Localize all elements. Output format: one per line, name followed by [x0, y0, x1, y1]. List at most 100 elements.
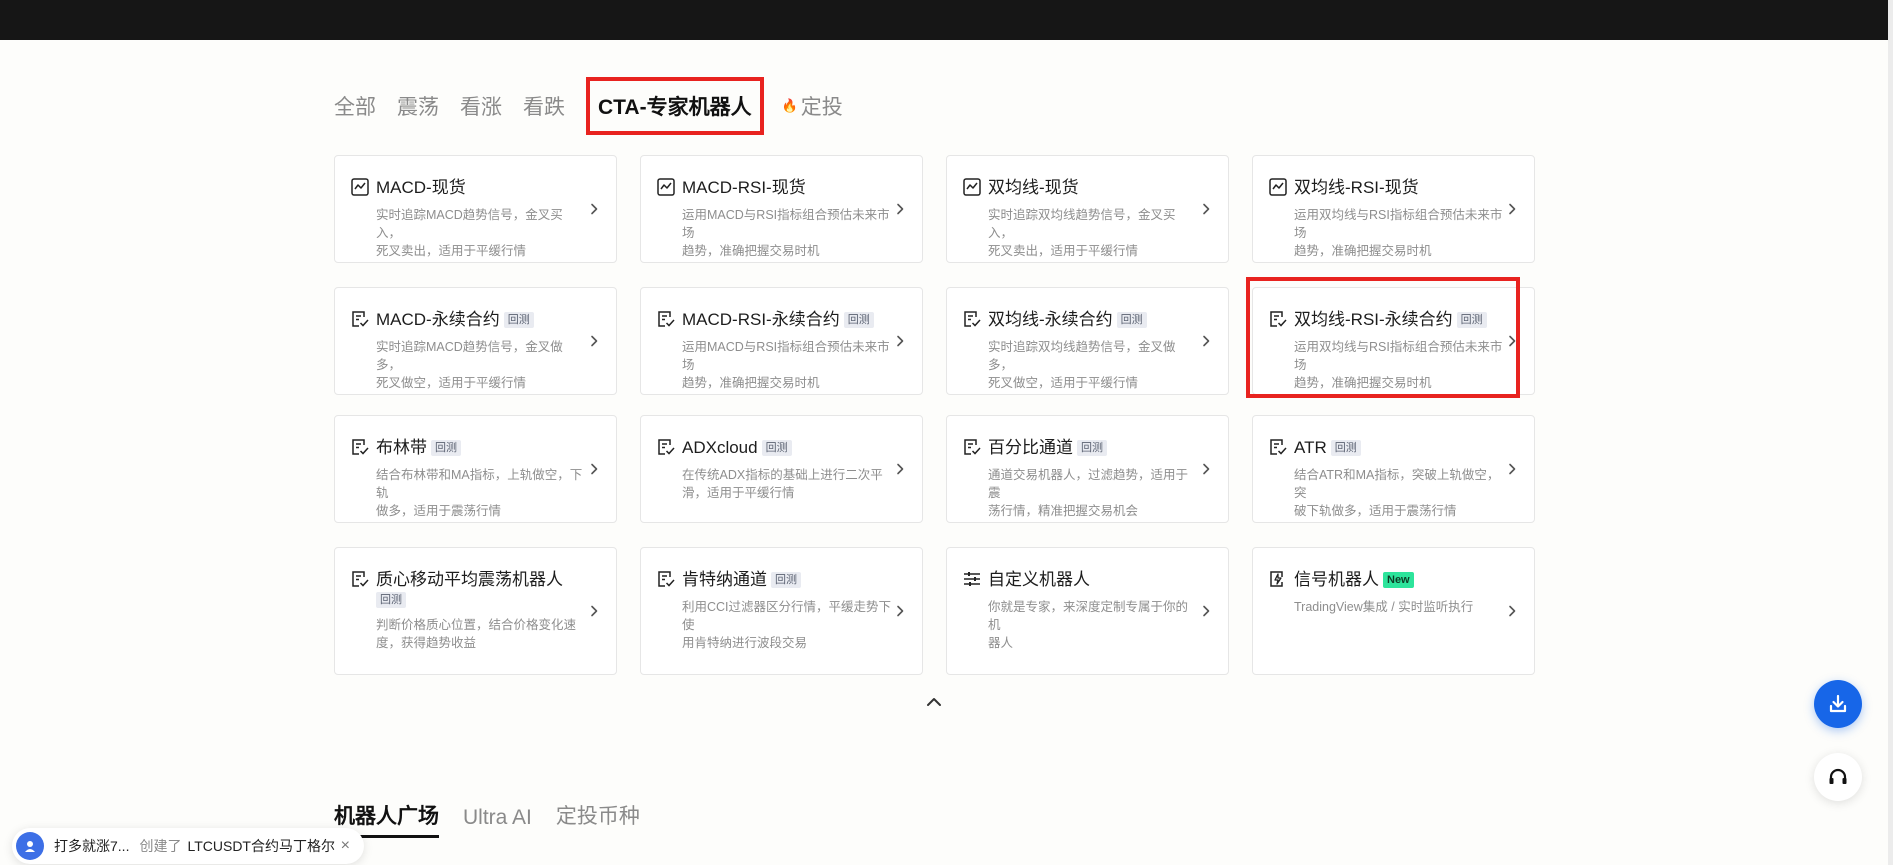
chevron-right-icon: [586, 201, 602, 217]
card-title: ATR 回测: [1294, 438, 1506, 458]
card-title-text: 信号机器人: [1294, 570, 1379, 589]
card-description-line: 破下轨做多，适用于震荡行情: [1294, 504, 1457, 518]
card-description-line: 实时追踪MACD趋势信号，金叉买入，: [376, 208, 563, 240]
strategy-card[interactable]: 双均线-现货实时追踪双均线趋势信号，金叉买入， 死叉卖出，适用于平缓行情: [946, 155, 1229, 263]
card-title: 自定义机器人: [988, 570, 1200, 590]
toast-action: 创建了: [139, 838, 182, 854]
strategy-card[interactable]: MACD-RSI-现货 运用MACD与RSI指标组合预估未来市场 趋势，准确把握交易…: [640, 155, 923, 263]
card-title: ADXcloud 回测: [682, 438, 894, 458]
card-description-line: 利用CCI过滤器区分行情，平缓走势下使: [682, 600, 892, 632]
backtest-badge: 回测: [376, 592, 406, 608]
section-tab-1[interactable]: Ultra AI: [463, 806, 532, 838]
card-description-line: 器人: [988, 636, 1014, 650]
chevron-right-icon: [586, 603, 602, 619]
backtest-badge: 回测: [1456, 312, 1487, 328]
filter-tabs: 全部 震荡 看涨 看跌 CTA-专家机器人 🔥 定投: [334, 77, 864, 135]
card-title: MACD-现货: [376, 178, 588, 198]
chevron-right-icon: [1504, 201, 1520, 217]
avatar: [16, 832, 44, 860]
tab-3[interactable]: 看跌: [523, 91, 565, 121]
card-title-text: ADXcloud: [682, 438, 758, 457]
section-tab-2[interactable]: 定投币种: [556, 800, 640, 838]
card-title: 双均线-RSI-现货: [1294, 178, 1506, 198]
contract-icon: [1269, 438, 1287, 456]
card-description-line: 判断价格质心位置，结合价格变化速: [376, 618, 577, 632]
tab-0[interactable]: 全部: [334, 91, 376, 121]
strategy-card[interactable]: 肯特纳通道 回测 利用CCI过滤器区分行情，平缓走势下使 用肯特纳进行波段交易: [640, 547, 923, 675]
card-description-line: 度，获得趋势收益: [376, 636, 477, 650]
chevron-right-icon: [1504, 461, 1520, 477]
card-description-line: 趋势，准确把握交易时机: [1294, 244, 1432, 258]
card-description: 运用MACD与RSI指标组合预估未来市场 趋势，准确把握交易时机: [682, 206, 892, 260]
card-title: 百分比通道 回测: [988, 438, 1200, 458]
backtest-badge: 回测: [503, 312, 534, 328]
card-description: 通道交易机器人，过滤趋势，适用于震 荡行情，精准把握交易机会: [988, 466, 1198, 520]
card-title: 布林带 回测: [376, 438, 588, 458]
card-description-line: 运用MACD与RSI指标组合预估未来市场: [682, 340, 890, 372]
strategy-card[interactable]: MACD-永续合约 回测 实时追踪MACD趋势信号，金叉做多， 死叉做空，适用于平缓行…: [334, 287, 617, 395]
line-chart-icon: [351, 178, 369, 196]
card-title-text: 双均线-RSI-永续合约: [1294, 310, 1453, 329]
card-title-text: MACD-现货: [376, 178, 466, 197]
card-description-line: 死叉卖出，适用于平缓行情: [988, 244, 1139, 258]
strategy-card[interactable]: 信号机器人 New TradingView集成 / 实时监听执行: [1252, 547, 1535, 675]
card-title-text: 双均线-现货: [988, 178, 1079, 197]
tab-1[interactable]: 震荡: [397, 91, 439, 121]
customer-support-button[interactable]: [1814, 753, 1862, 801]
backtest-badge: 回测: [431, 440, 461, 456]
chevron-right-icon: [1504, 603, 1520, 619]
tab-5[interactable]: 🔥 定投: [782, 91, 843, 121]
card-description: 结合ATR和MA指标，突破上轨做空，突 破下轨做多，适用于震荡行情: [1294, 466, 1504, 520]
strategy-card[interactable]: 双均线-RSI-现货 运用双均线与RSI指标组合预估未来市场 趋势，准确把握交易时机: [1252, 155, 1535, 263]
card-description: 利用CCI过滤器区分行情，平缓走势下使 用肯特纳进行波段交易: [682, 598, 892, 652]
strategy-card[interactable]: 百分比通道 回测通道交易机器人，过滤趋势，适用于震 荡行情，精准把握交易机会: [946, 415, 1229, 523]
strategy-card[interactable]: 双均线-永续合约 回测实时追踪双均线趋势信号，金叉做多， 死叉做空，适用于平缓行情: [946, 287, 1229, 395]
headset-icon: [1829, 768, 1847, 784]
strategy-card[interactable]: MACD-现货 实时追踪MACD趋势信号，金叉买入， 死叉卖出，适用于平缓行情: [334, 155, 617, 263]
card-description: 运用双均线与RSI指标组合预估未来市场 趋势，准确把握交易时机: [1294, 338, 1504, 392]
contract-icon: [657, 438, 675, 456]
card-description-line: 做多，适用于震荡行情: [376, 504, 502, 518]
chevron-right-icon: [1198, 461, 1214, 477]
contract-icon: [351, 310, 369, 328]
card-description-line: 实时追踪双均线趋势信号，金叉买入，: [988, 208, 1176, 240]
chevron-right-icon: [892, 333, 908, 349]
tab-4[interactable]: CTA-专家机器人: [586, 77, 764, 135]
strategy-card[interactable]: MACD-RSI-永续合约 回测 运用MACD与RSI指标组合预估未来市场 趋势，准确…: [640, 287, 923, 395]
close-icon[interactable]: ×: [341, 837, 350, 855]
card-description-line: 运用双均线与RSI指标组合预估未来市场: [1294, 340, 1503, 372]
strategy-card[interactable]: ATR 回测结合ATR和MA指标，突破上轨做空，突 破下轨做多，适用于震荡行情: [1252, 415, 1535, 523]
strategy-card[interactable]: 自定义机器人 你就是专家，来深度定制专属于你的机 器人: [946, 547, 1229, 675]
chevron-right-icon: [586, 461, 602, 477]
chevron-right-icon: [892, 603, 908, 619]
chevron-right-icon: [1504, 333, 1520, 349]
tab-2[interactable]: 看涨: [460, 91, 502, 121]
backtest-badge: 回测: [761, 440, 792, 456]
contract-icon: [351, 570, 369, 588]
strategy-card[interactable]: 质心移动平均震荡机器人 回测判断价格质心位置，结合价格变化速 度，获得趋势收益: [334, 547, 617, 675]
card-title: 双均线-永续合约 回测: [988, 310, 1200, 330]
card-title: 质心移动平均震荡机器人 回测: [376, 570, 588, 610]
strategy-card[interactable]: 双均线-RSI-永续合约 回测运用双均线与RSI指标组合预估未来市场 趋势，准确把握…: [1252, 287, 1535, 395]
page-scrollbar[interactable]: [1888, 0, 1893, 865]
chevron-right-icon: [586, 333, 602, 349]
strategy-card[interactable]: 布林带 回测结合布林带和MA指标，上轨做空，下轨做多，适用于震荡行情: [334, 415, 617, 523]
card-description-line: 滑，适用于平缓行情: [682, 486, 795, 500]
download-app-button[interactable]: [1814, 680, 1862, 728]
card-description-line: 死叉做空，适用于平缓行情: [988, 376, 1139, 390]
chevron-right-icon: [1198, 333, 1214, 349]
card-description: 实时追踪双均线趋势信号，金叉做多， 死叉做空，适用于平缓行情: [988, 338, 1198, 392]
chevron-right-icon: [892, 461, 908, 477]
collapse-chevron-up-icon[interactable]: [924, 692, 944, 712]
card-title: 双均线-RSI-永续合约 回测: [1294, 310, 1506, 330]
card-description: 实时追踪MACD趋势信号，金叉做多， 死叉做空，适用于平缓行情: [376, 338, 586, 392]
strategy-card[interactable]: ADXcloud 回测 在传统ADX指标的基础上进行二次平 滑，适用于平缓行情: [640, 415, 923, 523]
line-chart-icon: [1269, 178, 1287, 196]
card-description-line: 结合布林带和MA指标，上轨做空，下轨: [376, 468, 583, 500]
section-tabs: 机器人广场 Ultra AI 定投币种: [334, 800, 664, 838]
contract-icon: [657, 310, 675, 328]
tab-label: CTA-专家机器人: [598, 96, 752, 119]
card-description-line: 趋势，准确把握交易时机: [682, 376, 820, 390]
tab-label: 全部: [334, 96, 376, 119]
contract-icon: [657, 570, 675, 588]
